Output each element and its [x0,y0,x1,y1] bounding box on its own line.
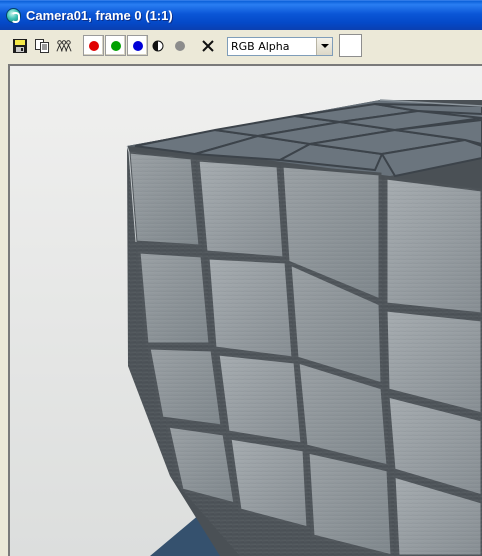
window-title: Camera01, frame 0 (1:1) [26,8,173,23]
green-channel-button[interactable] [105,35,126,56]
save-image-icon[interactable] [12,38,28,54]
copy-image-icon[interactable] [34,38,50,54]
blue-dot-icon [133,41,143,51]
rendered-cube-image [10,66,482,556]
red-dot-icon [89,41,99,51]
chevron-down-icon[interactable] [316,38,332,55]
3ds-max-icon[interactable] [6,8,21,23]
render-viewport[interactable] [8,64,482,556]
monochrome-icon[interactable] [152,40,164,52]
clear-x-icon[interactable] [200,38,216,54]
red-channel-button[interactable] [83,35,104,56]
alpha-channel-dot-icon[interactable] [175,41,185,51]
green-dot-icon [111,41,121,51]
blue-channel-button[interactable] [127,35,148,56]
pixel-color-swatch[interactable] [339,34,362,57]
display-channel-value: RGB Alpha [231,40,290,53]
display-channel-select[interactable]: RGB Alpha [227,37,333,56]
clone-window-icon[interactable] [56,38,72,54]
title-bar[interactable]: Camera01, frame 0 (1:1) [0,0,482,30]
